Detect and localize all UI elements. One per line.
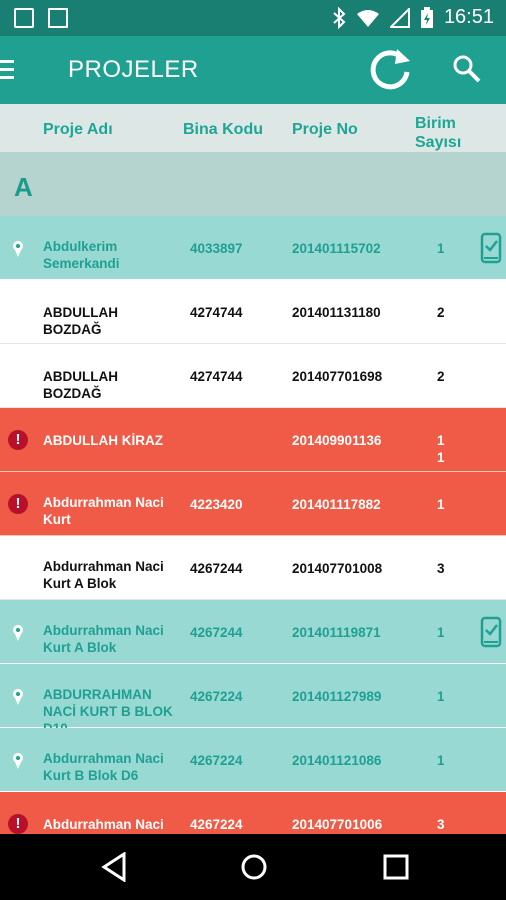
unit-count: 3 xyxy=(437,817,445,832)
refresh-icon[interactable] xyxy=(364,44,416,96)
project-number: 201401115702 xyxy=(292,241,381,256)
table-row[interactable]: ABDURRAHMAN NACİ KURT B BLOK D1042672242… xyxy=(0,664,506,736)
project-number: 201407701006 xyxy=(292,817,383,832)
navigation-bar xyxy=(0,834,506,900)
table-row[interactable]: Abdurrahman Naci Kurt B Blok D6 4267224 20… xyxy=(0,728,506,792)
building-code: 4267244 xyxy=(190,561,243,576)
status-right: 16:51 xyxy=(332,6,494,29)
project-name: Abdurrahman Naci Kurt xyxy=(43,495,164,527)
table-row[interactable]: ABDULLAH BOZDAĞ 4274744 201401131180 2 xyxy=(0,280,506,344)
unit-count: 1 xyxy=(437,689,445,704)
recents-icon[interactable] xyxy=(382,852,410,882)
table-row[interactable]: ! ABDULLAH KİRAZ 201409901136 1 1 xyxy=(0,408,506,472)
unit-count: 2 xyxy=(437,369,445,384)
project-name: Abdurrahman Naci Kurt B Blok D6 xyxy=(43,751,164,783)
unit-count: 1 xyxy=(437,625,445,640)
project-name: Abdurrahman Naci Kurt A Blok xyxy=(43,559,164,591)
project-list: Abdulkerim Semerkandi 4033897 201401115702… xyxy=(0,216,506,834)
alert-icon: ! xyxy=(8,430,28,450)
page-title: PROJELER xyxy=(68,56,199,83)
project-number: 201407701698 xyxy=(292,369,383,384)
section-header: A xyxy=(0,152,506,216)
unit-count: 3 xyxy=(437,561,445,576)
location-pin-icon xyxy=(13,625,23,641)
location-pin-icon xyxy=(13,241,23,257)
building-code: 4274744 xyxy=(190,305,243,320)
checked-device-icon[interactable] xyxy=(480,616,502,648)
building-code: 4267244 xyxy=(190,625,243,640)
wifi-icon xyxy=(356,9,379,27)
column-proje-adi[interactable]: Proje Adı xyxy=(43,121,113,139)
location-pin-icon xyxy=(13,753,23,769)
table-row[interactable]: Abdurrahman Naci Kurt A Blok 4267244 20140… xyxy=(0,600,506,664)
battery-icon xyxy=(420,6,433,28)
app-bar: PROJELER xyxy=(0,36,506,104)
project-name: Abdurrahman Naci Kurt A Blok xyxy=(43,623,164,655)
building-code: 4223420 xyxy=(190,497,243,512)
unit-count: 1 xyxy=(437,241,445,256)
status-bar: 16:51 xyxy=(0,0,506,36)
bluetooth-icon xyxy=(333,6,346,29)
notification-icons xyxy=(14,8,68,28)
building-code: 4267224 xyxy=(190,753,243,768)
project-name: ABDULLAH BOZDAĞ xyxy=(43,369,118,401)
clock: 16:51 xyxy=(443,6,494,28)
building-code: 4267224 xyxy=(190,817,243,832)
column-bina-kodu[interactable]: Bina Kodu xyxy=(183,121,263,139)
signal-icon xyxy=(389,7,410,28)
table-row[interactable]: ! Abdurrahman Naci 4267224 201407701006 3 xyxy=(0,792,506,834)
home-icon[interactable] xyxy=(240,852,268,882)
checked-device-icon[interactable] xyxy=(480,232,502,264)
project-number: 201409901136 xyxy=(292,433,382,448)
project-number: 201401127989 xyxy=(292,689,382,704)
column-birim-sayisi[interactable]: Birim Sayısı xyxy=(415,114,475,152)
location-pin-icon xyxy=(13,689,23,705)
back-icon[interactable] xyxy=(100,852,128,882)
unit-count: 1 1 xyxy=(437,433,445,465)
project-name: ABDULLAH BOZDAĞ xyxy=(43,305,118,337)
project-name: Abdulkerim Semerkandi xyxy=(43,239,120,271)
project-number: 201401131180 xyxy=(292,305,381,320)
table-row[interactable]: Abdulkerim Semerkandi 4033897 201401115702… xyxy=(0,216,506,280)
section-letter: A xyxy=(14,172,33,202)
table-row[interactable]: ABDULLAH BOZDAĞ 4274744 201407701698 2 xyxy=(0,344,506,408)
app-notification-icon xyxy=(14,8,34,28)
table-row[interactable]: ! Abdurrahman Naci Kurt 4223420 20140111788… xyxy=(0,472,506,536)
project-name: Abdurrahman Naci xyxy=(43,817,164,832)
column-proje-no[interactable]: Proje No xyxy=(292,121,358,139)
project-number: 201401119871 xyxy=(292,625,381,640)
unit-count: 2 xyxy=(437,305,445,320)
menu-icon[interactable] xyxy=(0,60,14,84)
project-name: ABDULLAH KİRAZ xyxy=(43,433,163,448)
project-number: 201401121086 xyxy=(292,753,382,768)
project-number: 201401117882 xyxy=(292,497,381,512)
column-header: Proje Adı Bina Kodu Proje No Birim Sayıs… xyxy=(0,104,506,152)
unit-count: 1 xyxy=(437,753,445,768)
unit-count: 1 xyxy=(437,497,445,512)
building-code: 4267224 xyxy=(190,689,243,704)
download-icon xyxy=(48,8,68,28)
project-number: 201407701008 xyxy=(292,561,383,576)
alert-icon: ! xyxy=(8,494,28,514)
building-code: 4274744 xyxy=(190,369,243,384)
alert-icon: ! xyxy=(8,814,28,834)
table-row[interactable]: Abdurrahman Naci Kurt A Blok 4267244 20140… xyxy=(0,536,506,600)
search-icon[interactable] xyxy=(452,54,482,84)
building-code: 4033897 xyxy=(190,241,243,256)
